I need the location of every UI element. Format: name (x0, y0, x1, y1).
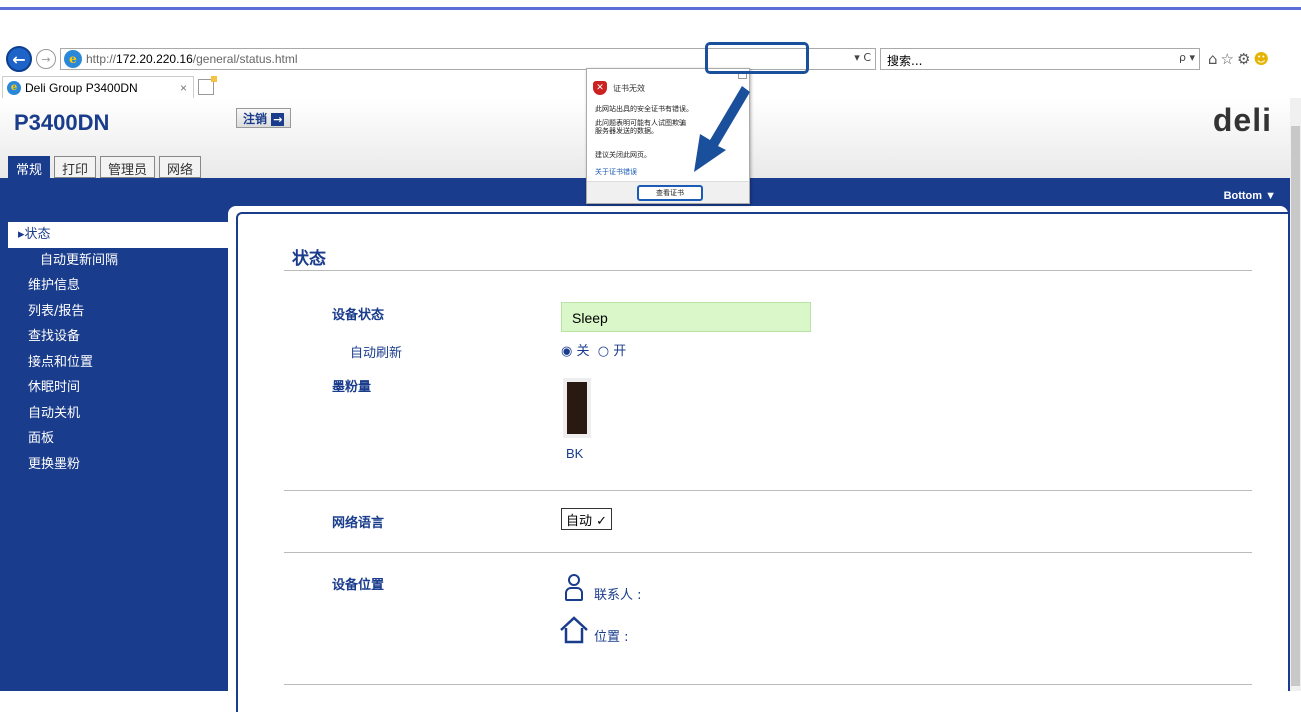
feedback-icon[interactable]: ☻ (1253, 50, 1272, 68)
search-placeholder: 搜索... (887, 54, 923, 68)
contact-label: 联系人 : (594, 588, 642, 603)
cert-popup-header: ✕ 证书无效 (593, 81, 645, 95)
cert-text-3: 建议关闭此网页。 (595, 151, 651, 159)
refresh-icon[interactable]: ▾ C (854, 51, 871, 64)
radio-on-label: 开 (613, 344, 627, 359)
content-frame: 状态 设备状态 Sleep 自动刷新 ◉ 关 ○ 开 墨粉量 BK 网络语言 自… (236, 212, 1288, 712)
device-location-label: 设备位置 (332, 578, 385, 593)
divider (284, 552, 1252, 553)
gear-icon[interactable]: ⚙ (1237, 50, 1253, 68)
highlight-box (705, 42, 809, 74)
favorites-icon[interactable]: ☆ (1221, 50, 1237, 68)
sidebar-item-reports[interactable]: 列表/报告 (8, 299, 230, 325)
logout-arrow-icon: → (271, 113, 285, 126)
tab-network[interactable]: 网络 (159, 156, 202, 178)
tab-ie-icon: e (7, 80, 21, 95)
search-icon[interactable]: ρ ▾ (1179, 51, 1195, 64)
location-label: 位置 : (594, 630, 629, 645)
annotation-arrow-icon (694, 86, 750, 172)
sidebar-item-replace-toner[interactable]: 更换墨粉 (8, 452, 230, 478)
auto-refresh-radio-group: ◉ 关 ○ 开 (561, 340, 626, 359)
back-button[interactable]: ← (6, 46, 32, 72)
sidebar-item-sleep-time[interactable]: 休眠时间 (8, 375, 230, 401)
web-language-label: 网络语言 (332, 516, 385, 531)
toner-label: 墨粉量 (332, 380, 372, 395)
url-text: http://172.20.220.16/general/status.html (86, 52, 298, 66)
bottom-link[interactable]: Bottom ▼ (1224, 190, 1276, 202)
divider (284, 270, 1252, 271)
cert-error-link[interactable]: 关于证书错误 (595, 167, 637, 177)
cert-text-1: 此网站出具的安全证书有错误。 (595, 105, 693, 113)
sidebar: ▸状态 自动更新间隔 维护信息 列表/报告 查找设备 接点和位置 休眠时间 自动… (8, 222, 230, 477)
brand-logo: deli (1212, 102, 1272, 138)
scrollbar[interactable] (1290, 98, 1301, 691)
scrollbar-thumb[interactable] (1291, 126, 1300, 686)
divider (284, 490, 1252, 491)
sidebar-item-auto-power-off[interactable]: 自动关机 (8, 401, 230, 427)
chevron-down-icon: ✓ (596, 514, 608, 529)
tab-admin[interactable]: 管理员 (100, 156, 156, 178)
toner-name: BK (566, 446, 584, 461)
toner-level-fill (567, 382, 587, 434)
tab-title: Deli Group P3400DN (25, 80, 138, 95)
sidebar-item-find-device[interactable]: 查找设备 (8, 324, 230, 350)
shield-error-icon: ✕ (593, 81, 607, 95)
top-accent-strip (0, 0, 1301, 10)
ie-icon: e (64, 50, 82, 68)
content-panel: 状态 设备状态 Sleep 自动刷新 ◉ 关 ○ 开 墨粉量 BK 网络语言 自… (228, 206, 1288, 712)
radio-on[interactable]: ○ (598, 344, 609, 359)
home-icon[interactable]: ⌂ (1208, 50, 1221, 68)
home-icon (560, 616, 588, 644)
view-certificate-button[interactable]: 查看证书 (637, 185, 703, 201)
logout-button[interactable]: 注销 → (236, 108, 292, 128)
sidebar-item-maintenance[interactable]: 维护信息 (8, 273, 230, 299)
device-status-value: Sleep (561, 302, 811, 332)
tab-close-icon[interactable]: × (180, 81, 187, 95)
sidebar-item-contact-location[interactable]: 接点和位置 (8, 350, 230, 376)
toner-gauge (563, 378, 591, 438)
tab-print[interactable]: 打印 (54, 156, 97, 178)
cert-text-2b: 服务器发送的数据。 (595, 127, 658, 135)
web-language-select[interactable]: 自动 ✓ (561, 508, 613, 530)
browser-tab[interactable]: e Deli Group P3400DN × (2, 76, 194, 98)
browser-icons: ⌂☆⚙☻ (1208, 50, 1272, 68)
sidebar-item-panel[interactable]: 面板 (8, 426, 230, 452)
main-tabs: 常规 打印 管理员 网络 (8, 156, 202, 178)
sidebar-item-auto-refresh-interval[interactable]: 自动更新间隔 (8, 248, 230, 274)
radio-off-label: 关 (576, 344, 590, 359)
tab-general[interactable]: 常规 (8, 156, 51, 178)
person-icon (563, 574, 585, 602)
sidebar-item-status[interactable]: ▸状态 (8, 222, 230, 248)
cert-popup-footer: 查看证书 (587, 181, 749, 203)
forward-button[interactable]: → (36, 49, 56, 69)
new-tab-button[interactable] (198, 76, 217, 95)
page-title: 状态 (292, 249, 326, 269)
auto-refresh-label: 自动刷新 (350, 346, 403, 361)
divider (284, 684, 1252, 685)
device-status-label: 设备状态 (332, 308, 385, 323)
model-name: P3400DN (14, 110, 110, 135)
cert-popup-title: 证书无效 (613, 83, 645, 93)
radio-off[interactable]: ◉ (561, 344, 572, 359)
search-input[interactable]: 搜索... ρ ▾ (880, 48, 1200, 70)
